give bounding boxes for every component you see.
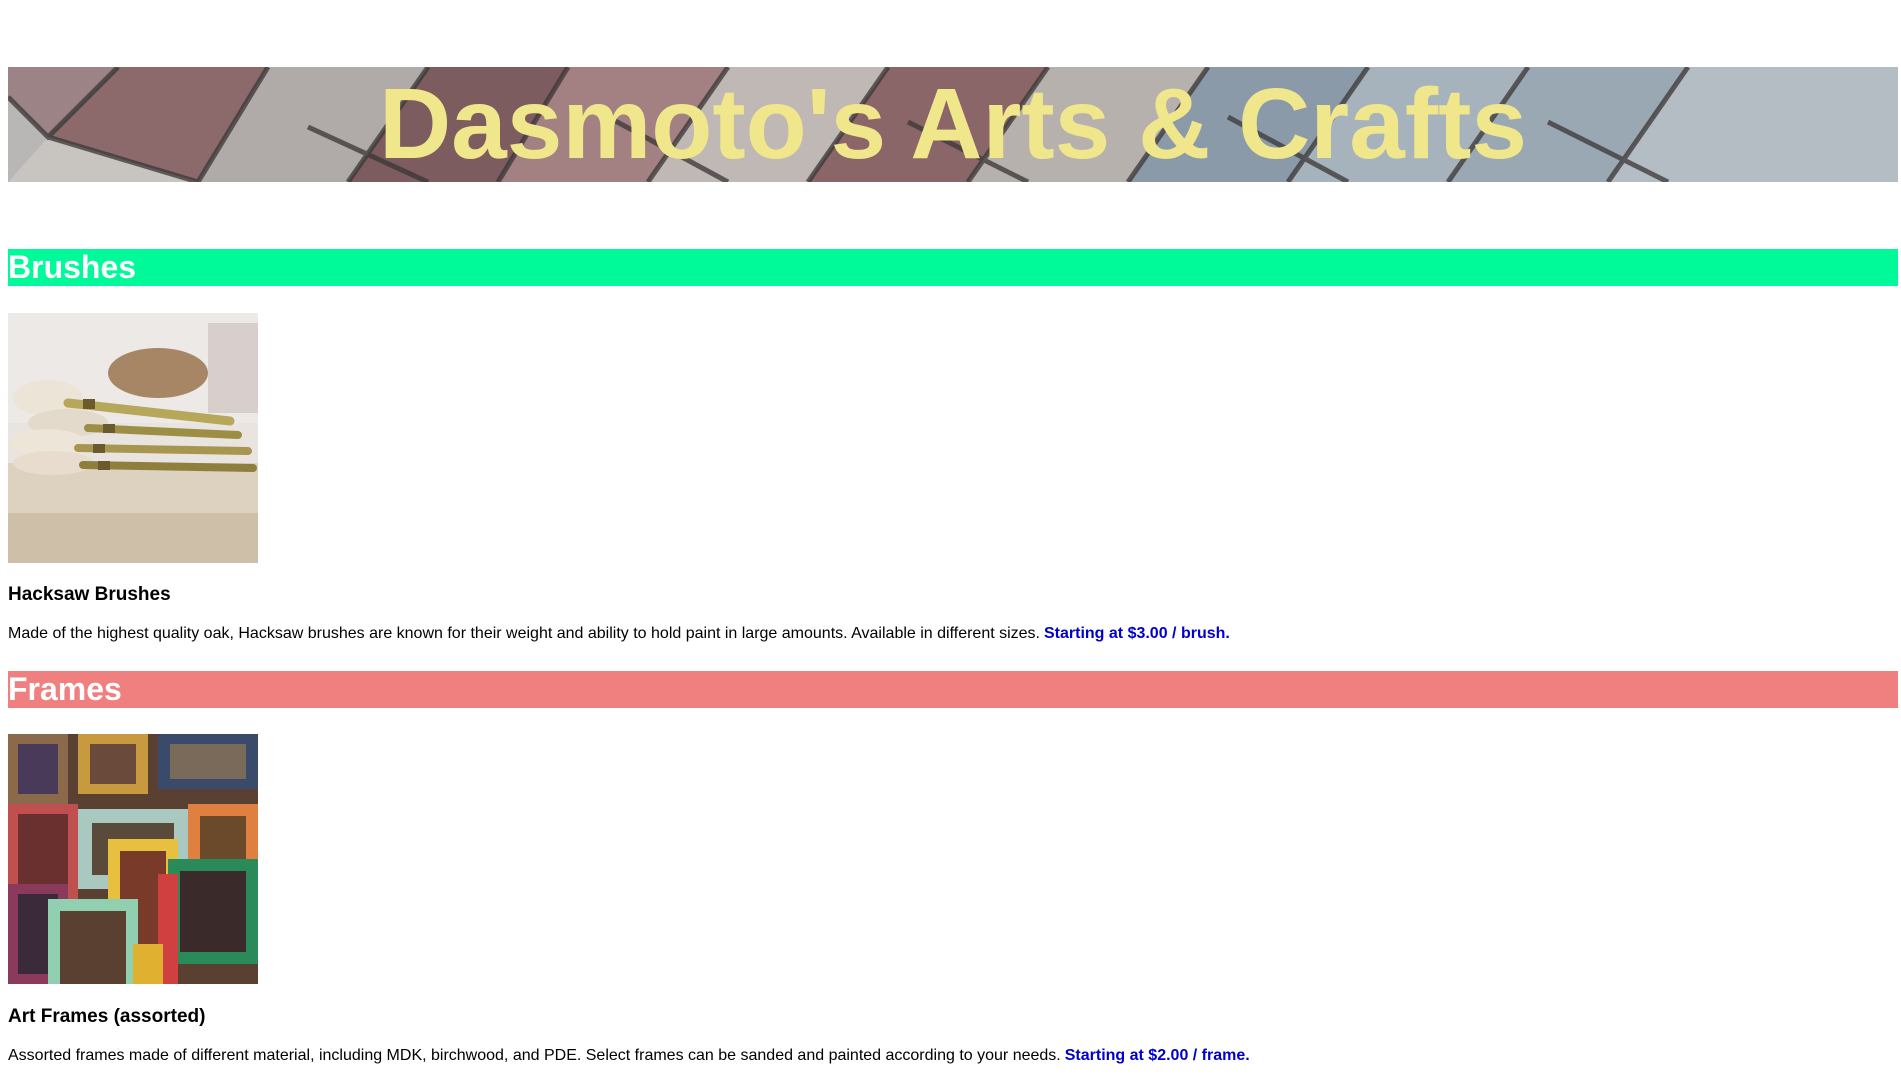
- header-banner: Dasmoto's Arts & Crafts: [8, 67, 1898, 182]
- brushes-image: [8, 313, 258, 563]
- product-description-brushes: Made of the highest quality oak, Hacksaw…: [8, 625, 1230, 643]
- section-heading-frames: Frames: [8, 671, 1898, 708]
- description-text: Assorted frames made of different materi…: [8, 1047, 1061, 1064]
- product-description-frames: Assorted frames made of different materi…: [8, 1047, 1250, 1065]
- description-text: Made of the highest quality oak, Hacksaw…: [8, 625, 1040, 642]
- frames-image: [8, 734, 258, 984]
- product-name-hacksaw-brushes: Hacksaw Brushes: [8, 584, 171, 605]
- price-frames: Starting at $2.00 / frame.: [1064, 1047, 1250, 1064]
- section-heading-brushes: Brushes: [8, 249, 1898, 286]
- product-name-art-frames: Art Frames (assorted): [8, 1006, 206, 1027]
- site-title: Dasmoto's Arts & Crafts: [378, 68, 1528, 180]
- price-brushes: Starting at $3.00 / brush.: [1044, 625, 1230, 642]
- page: Dasmoto's Arts & Crafts Brushes Hacksaw …: [0, 0, 1901, 1079]
